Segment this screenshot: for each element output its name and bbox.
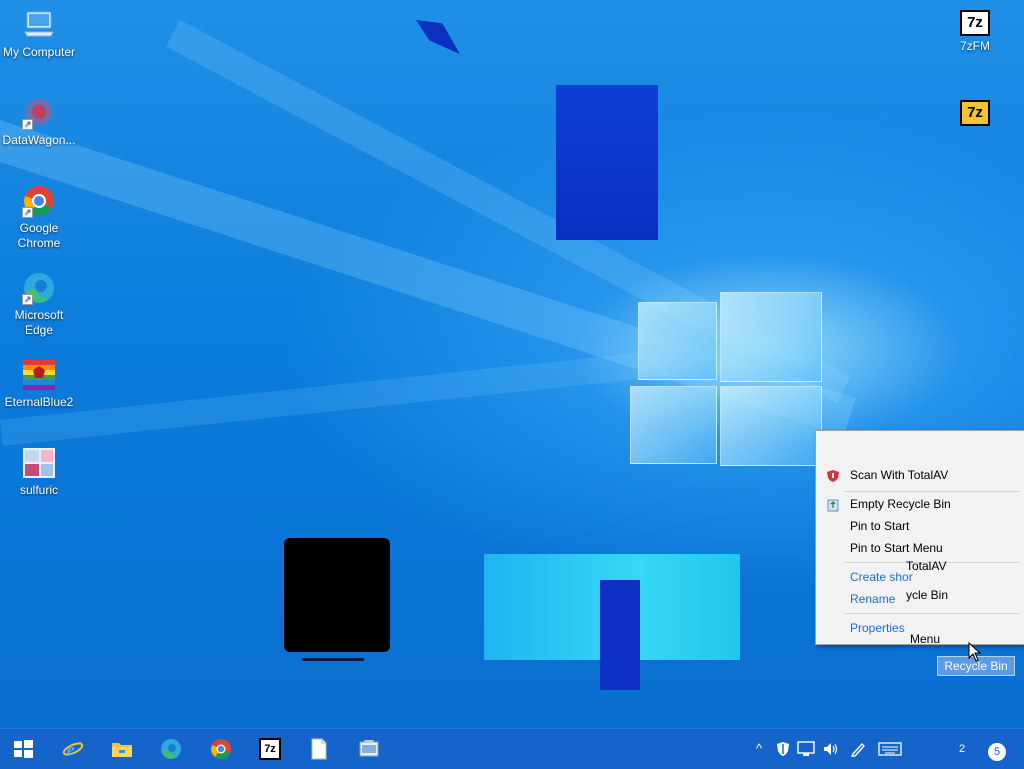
windows-logo-icon <box>14 740 33 758</box>
keyboard-icon[interactable] <box>878 742 902 756</box>
desktop-icon-label: EternalBlue2 <box>4 395 74 409</box>
desktop-icon-datawagon[interactable]: ↗ DataWagon... <box>1 96 77 148</box>
wallpaper-logo-pane <box>638 302 717 380</box>
pen-icon[interactable] <box>850 741 866 757</box>
menu-separator <box>844 613 1020 614</box>
mouse-cursor-icon <box>968 642 982 662</box>
desktop-icon-sulfuric[interactable]: sulfuric <box>1 446 77 498</box>
notification-count: 5 <box>993 746 1001 758</box>
desktop-icon-7zfm[interactable]: 7z 7zFM <box>937 10 1013 54</box>
clock-fragment[interactable]: 2 <box>955 739 969 759</box>
menu-item-label: Rename <box>850 592 896 606</box>
rainbow-flag-icon <box>22 358 56 392</box>
taskbar-file-explorer[interactable] <box>99 729 147 769</box>
taskbar: e 7z ^ 2 5 <box>0 728 1024 769</box>
7z-icon: 7z <box>960 10 990 36</box>
desktop-icon-my-computer[interactable]: My Computer <box>1 8 77 60</box>
menu-item-label: Properties <box>850 621 905 635</box>
taskbar-chrome[interactable] <box>198 729 246 769</box>
desktop-icon-label: My Computer <box>2 45 76 59</box>
desktop-icon-microsoft-edge[interactable]: ↗ Microsoft Edge <box>1 271 77 338</box>
shortcut-arrow-icon: ↗ <box>22 207 33 218</box>
computer-icon <box>22 8 56 42</box>
menu-item-empty-recycle-bin[interactable]: Empty Recycle Bin <box>816 493 1024 515</box>
app-icon <box>359 740 379 757</box>
menu-item-scan-with-totalav[interactable]: Scan With TotalAV <box>816 464 1024 486</box>
tray-chevron-icon[interactable]: ^ <box>750 739 768 759</box>
taskbar-edge[interactable] <box>148 729 196 769</box>
taskbar-app[interactable] <box>346 729 394 769</box>
menu-item-pin-to-start[interactable]: Pin to Start <box>816 515 1024 537</box>
menu-item-label: Empty Recycle Bin <box>850 497 951 511</box>
menu-item-pin-to-start-menu[interactable]: Pin to Start Menu <box>816 537 1024 559</box>
chrome-icon <box>211 739 231 760</box>
desktop-icon-7z-second[interactable]: 7z <box>937 100 1013 129</box>
7z-icon: 7z <box>960 100 990 126</box>
desktop-icon-label: DataWagon... <box>2 133 76 147</box>
desktop-icon-label: 7zFM <box>960 39 990 53</box>
glitch-artifact <box>416 20 460 54</box>
glitch-artifact <box>556 85 658 240</box>
desktop-icon-label: Microsoft Edge <box>14 308 64 337</box>
desktop-icon-google-chrome[interactable]: ↗ Google Chrome <box>1 184 77 251</box>
ghost-text: TotalAV <box>906 559 947 573</box>
recycle-icon <box>826 497 840 512</box>
wallpaper-logo-pane <box>720 292 822 382</box>
ghost-text: Menu <box>910 632 941 646</box>
security-shield-icon[interactable] <box>775 741 791 757</box>
taskbar-internet-explorer[interactable]: e <box>50 729 98 769</box>
shield-icon <box>826 468 840 482</box>
wallpaper-logo-pane <box>630 386 717 464</box>
network-icon[interactable] <box>797 741 815 757</box>
edge-icon: ↗ <box>22 271 56 305</box>
start-button[interactable] <box>0 729 48 769</box>
shortcut-arrow-icon: ↗ <box>22 294 33 305</box>
black-square-artifact <box>284 538 390 652</box>
desktop-icon-label: sulfuric <box>19 483 58 497</box>
desktop-icon-label: Google Chrome <box>17 221 61 250</box>
7z-icon: 7z <box>259 738 281 760</box>
glitch-line <box>302 658 364 661</box>
edge-icon <box>161 739 181 759</box>
menu-item-label: Create shor <box>850 570 913 584</box>
sulfuric-icon <box>22 446 56 480</box>
folder-icon <box>112 743 132 757</box>
ghost-text: ycle Bin <box>906 588 949 602</box>
taskbar-7zip[interactable]: 7z <box>247 729 295 769</box>
glitch-artifact <box>600 580 640 690</box>
menu-separator <box>844 491 1020 492</box>
desktop-icon-eternalblue2[interactable]: EternalBlue2 <box>1 358 77 410</box>
chrome-icon: ↗ <box>22 184 56 218</box>
context-menu: Scan With TotalAV Empty Recycle Bin Pin … <box>815 430 1024 646</box>
notification-badge[interactable]: 5 <box>988 743 1006 761</box>
7z-glyph: 7z <box>967 104 983 121</box>
shortcut-arrow-icon: ↗ <box>22 119 33 130</box>
7z-glyph: 7z <box>967 14 983 31</box>
desktop[interactable]: My Computer ↗ DataWagon... ↗ Google Chro… <box>0 0 1024 728</box>
svg-text:e: e <box>67 740 75 759</box>
7z-glyph: 7z <box>264 743 276 755</box>
menu-item-label: Pin to Start <box>850 519 910 533</box>
file-icon <box>311 738 327 760</box>
wallpaper-logo-pane <box>720 386 822 466</box>
menu-item-label: Pin to Start Menu <box>850 541 943 555</box>
menu-item-label: Scan With TotalAV <box>850 468 949 482</box>
ie-icon: e <box>62 740 84 759</box>
taskbar-file[interactable] <box>296 729 344 769</box>
volume-icon[interactable] <box>822 741 840 757</box>
datawagon-icon: ↗ <box>22 96 56 130</box>
